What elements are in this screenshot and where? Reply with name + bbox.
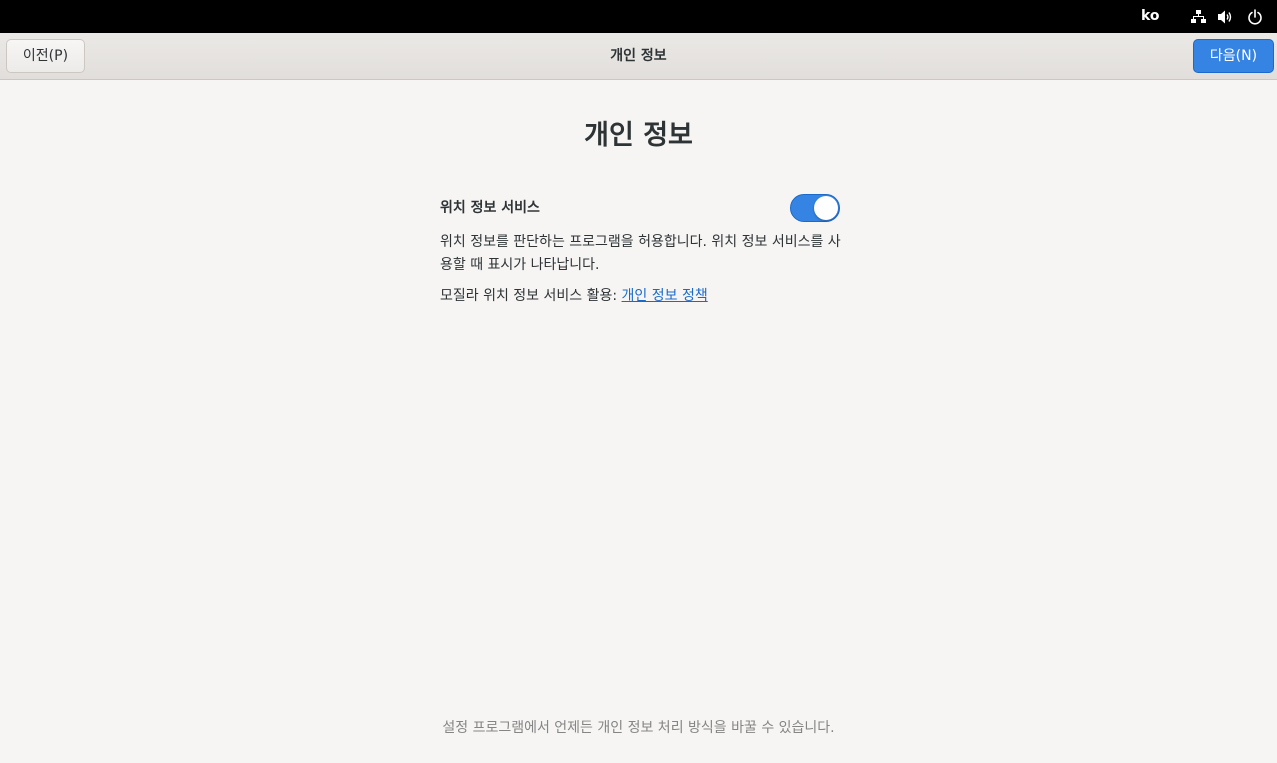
location-services-label: 위치 정보 서비스 [440, 200, 540, 216]
language-indicator[interactable]: ko [1141, 8, 1160, 25]
volume-icon[interactable] [1217, 9, 1233, 25]
location-services-row: 위치 정보 서비스 [440, 192, 842, 224]
main-content: 개인 정보 위치 정보 서비스 위치 정보를 판단하는 프로그램을 허용합니다.… [0, 80, 1277, 763]
top-bar: ko [0, 0, 1277, 33]
next-button[interactable]: 다음(N) [1193, 39, 1274, 73]
previous-button[interactable]: 이전(P) [6, 39, 85, 73]
privacy-policy-line: 모질라 위치 정보 서비스 활용: 개인 정보 정책 [440, 287, 842, 305]
header-bar: 개인 정보 이전(P) 다음(N) [0, 33, 1277, 80]
toggle-knob [814, 196, 838, 220]
footer-note: 설정 프로그램에서 언제든 개인 정보 처리 방식을 바꿀 수 있습니다. [442, 720, 835, 736]
header-title: 개인 정보 [610, 48, 667, 64]
policy-prefix: 모질라 위치 정보 서비스 활용: [440, 288, 622, 304]
page-title: 개인 정보 [584, 120, 693, 151]
privacy-policy-link[interactable]: 개인 정보 정책 [622, 288, 708, 304]
location-services-toggle[interactable] [790, 194, 840, 222]
location-services-description: 위치 정보를 판단하는 프로그램을 허용합니다. 위치 정보 서비스를 사용할 … [440, 234, 841, 273]
location-services-section: 위치 정보 서비스 위치 정보를 판단하는 프로그램을 허용합니다. 위치 정보… [440, 192, 842, 305]
network-icon[interactable] [1190, 9, 1206, 25]
power-icon[interactable] [1247, 9, 1263, 25]
